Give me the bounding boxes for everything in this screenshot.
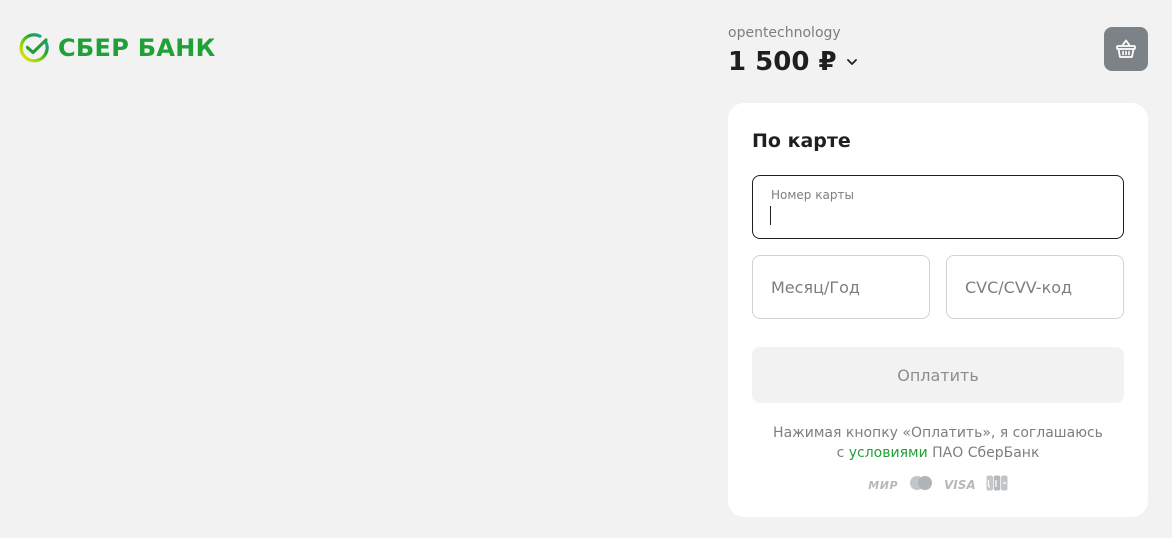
- terms-line-2: с условиями ПАО СберБанк: [752, 443, 1124, 463]
- merchant-name: opentechnology: [728, 25, 841, 41]
- basket-icon: [1116, 39, 1136, 58]
- terms-prefix: с: [836, 445, 849, 461]
- pay-button[interactable]: Оплатить: [752, 347, 1124, 403]
- visa-logo: VISA: [944, 478, 976, 492]
- text-caret: [770, 206, 771, 225]
- basket-button[interactable]: [1104, 27, 1148, 71]
- payment-systems: МИР VISA: [728, 475, 1148, 495]
- terms-link[interactable]: условиями: [849, 445, 928, 461]
- chevron-down-icon: [846, 59, 857, 65]
- mir-logo: МИР: [868, 478, 899, 492]
- terms-line-1: Нажимая кнопку «Оплатить», я соглашаюсь: [773, 425, 1103, 441]
- sber-logo: СБЕР БАНК: [18, 32, 216, 64]
- expiry-date-field[interactable]: Месяц/Год: [752, 255, 930, 319]
- panel-title: По карте: [752, 130, 851, 152]
- terms-text: Нажимая кнопку «Оплатить», я соглашаюсь …: [752, 423, 1124, 463]
- brand-name: СБЕР БАНК: [58, 34, 216, 62]
- order-amount-toggle[interactable]: 1 500 ₽: [728, 44, 859, 80]
- expiry-date-placeholder: Месяц/Год: [771, 278, 860, 297]
- cvc-field[interactable]: CVC/CVV-код: [946, 255, 1124, 319]
- card-number-field[interactable]: Номер карты: [752, 175, 1124, 239]
- card-number-label: Номер карты: [771, 188, 854, 202]
- sber-checkmark-icon: [18, 32, 50, 64]
- card-payment-panel: По карте Номер карты Месяц/Год CVC/CVV-к…: [728, 103, 1148, 517]
- jcb-icon: [986, 475, 1008, 495]
- cvc-placeholder: CVC/CVV-код: [965, 278, 1073, 297]
- mastercard-icon: [908, 475, 934, 495]
- order-amount: 1 500 ₽: [728, 47, 837, 77]
- terms-suffix: ПАО СберБанк: [927, 445, 1040, 461]
